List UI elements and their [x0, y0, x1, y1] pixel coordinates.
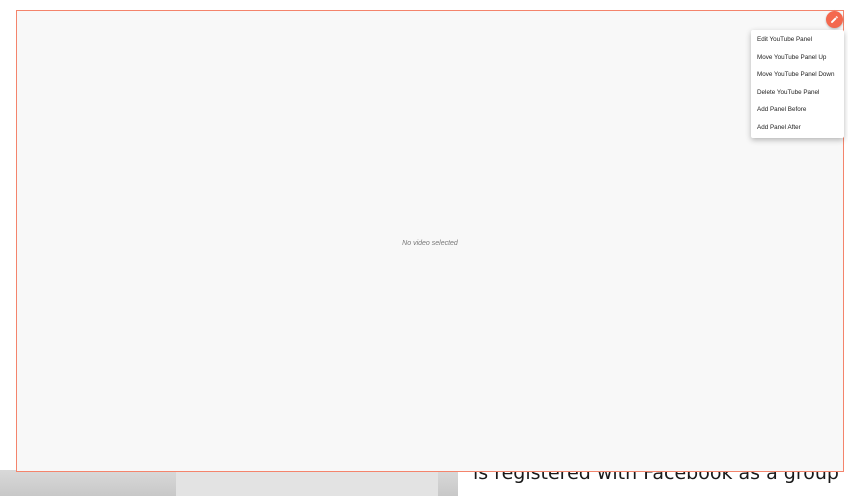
menu-item-edit-youtube-panel[interactable]: Edit YouTube Panel	[751, 31, 844, 49]
menu-item-move-youtube-panel-down[interactable]: Move YouTube Panel Down	[751, 66, 844, 84]
menu-item-add-panel-after[interactable]: Add Panel After	[751, 119, 844, 137]
no-video-placeholder: No video selected	[402, 240, 458, 247]
youtube-panel[interactable]: No video selected	[16, 10, 844, 472]
menu-item-move-youtube-panel-up[interactable]: Move YouTube Panel Up	[751, 49, 844, 67]
panel-options-menu: Edit YouTube Panel Move YouTube Panel Up…	[751, 30, 844, 138]
menu-item-delete-youtube-panel[interactable]: Delete YouTube Panel	[751, 84, 844, 102]
underlying-left-block	[176, 470, 438, 496]
menu-item-add-panel-before[interactable]: Add Panel Before	[751, 101, 844, 119]
page: is registered with Facebook as a group N…	[0, 0, 848, 496]
edit-panel-button[interactable]	[826, 11, 843, 28]
pencil-icon	[831, 16, 838, 23]
